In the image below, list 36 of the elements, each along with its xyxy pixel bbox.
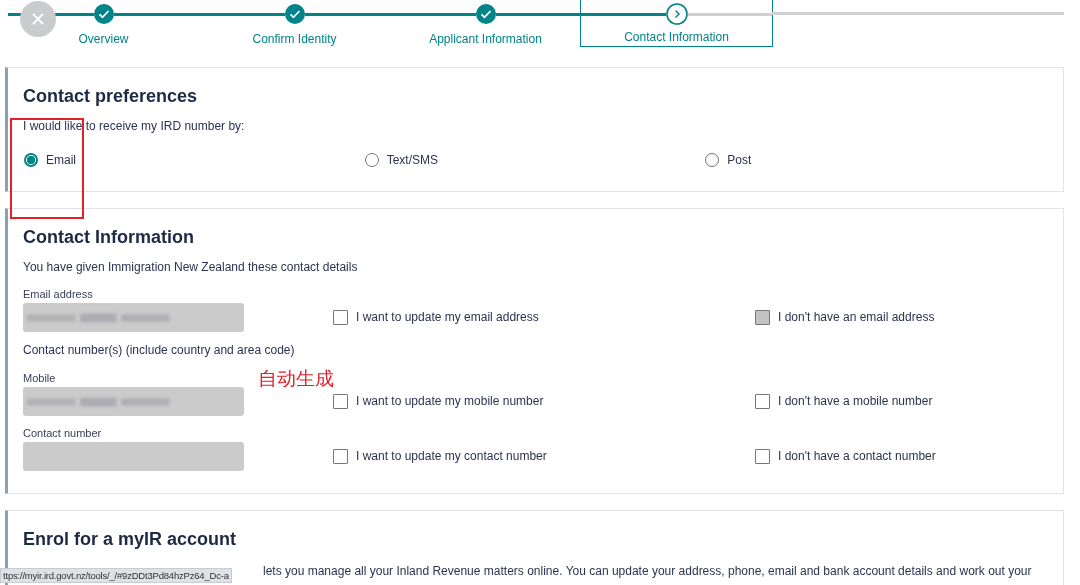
annotation-note: 自动生成 xyxy=(258,366,334,391)
prompt-text: I would like to receive my IRD number by: xyxy=(23,119,246,133)
step-tab[interactable]: Confirm Identity xyxy=(199,0,390,60)
section-title: Enrol for a myIR account xyxy=(23,529,238,550)
current-step[interactable]: Contact Information xyxy=(581,0,772,46)
field-label: Contact number xyxy=(23,427,102,439)
field-label: Mobile xyxy=(23,372,56,384)
radio-option[interactable]: Text/SMS xyxy=(363,153,705,167)
section-title: Contact preferences xyxy=(23,86,199,107)
group-heading: Contact number(s) (include country and area code) xyxy=(23,343,296,357)
check-circle-icon xyxy=(284,4,305,24)
check-circle-icon xyxy=(475,4,496,24)
checkbox-option[interactable]: I don't have a contact number xyxy=(755,448,936,464)
input-field[interactable] xyxy=(23,303,244,332)
field-label: Email address xyxy=(23,288,93,300)
checkbox-option[interactable]: I want to update my mobile number xyxy=(333,393,755,409)
step-tab[interactable]: Applicant Information xyxy=(390,0,581,60)
status-bar-url: ttps://myir.ird.govt.nz/tools/_/#9zDDt3Pd84hzPz64_Dc-a xyxy=(0,568,232,583)
checkbox-icon[interactable] xyxy=(333,448,348,464)
checkbox-icon[interactable] xyxy=(333,393,348,409)
input-field[interactable] xyxy=(23,442,244,471)
radio-option[interactable]: Post xyxy=(704,153,1045,167)
radio-icon[interactable] xyxy=(24,153,38,167)
section-title: Contact Information xyxy=(23,227,195,248)
checkbox-option[interactable]: I don't have a mobile number xyxy=(755,393,933,409)
input-field[interactable] xyxy=(23,387,244,416)
paragraph: lets you manage all your Inland Revenue matters online. You can update your address, phone, email and bank account details and work out your xyxy=(263,564,1033,578)
checkbox-icon[interactable] xyxy=(755,393,770,409)
chevron-circle-icon xyxy=(665,3,688,25)
checkbox-option[interactable]: I want to update my email address xyxy=(333,309,755,325)
check-circle-icon xyxy=(93,4,114,24)
radio-option[interactable]: Email xyxy=(23,153,364,167)
checkbox-icon[interactable] xyxy=(755,448,770,464)
checkbox-icon[interactable] xyxy=(333,309,348,325)
checkbox-option[interactable]: I want to update my contact number xyxy=(333,448,755,464)
intro-text: You have given Immigration New Zealand these contact details xyxy=(23,260,359,274)
